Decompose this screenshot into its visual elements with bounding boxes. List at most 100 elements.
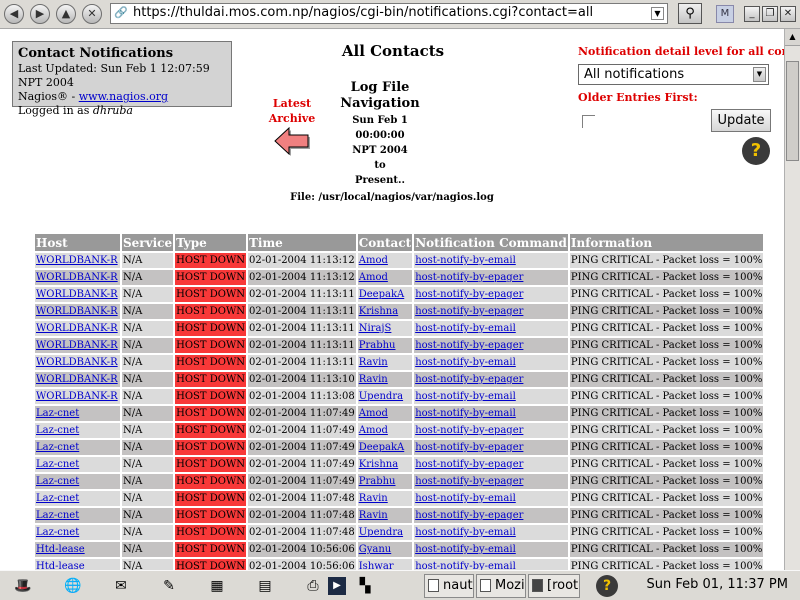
vertical-scrollbar[interactable]: ▲ (784, 29, 800, 570)
browser-logo-icon[interactable]: M (716, 5, 734, 23)
task-nautilus[interactable]: nautil (424, 574, 474, 598)
spreadsheet-icon[interactable]: ▤ (254, 575, 276, 597)
url-dropdown-button[interactable]: ▼ (651, 7, 664, 20)
command-link[interactable]: host-notify-by-epager (415, 306, 523, 317)
printer-icon[interactable]: ⎙ (302, 575, 324, 597)
close-button[interactable]: ✕ (780, 6, 796, 22)
contact-link[interactable]: Amod (359, 272, 388, 283)
contact-link[interactable]: Amod (359, 255, 388, 266)
host-link[interactable]: Htd-lease (36, 561, 85, 570)
contact-link[interactable]: NirajS (359, 323, 392, 334)
contact-link[interactable]: Ravin (359, 493, 388, 504)
url-text[interactable]: https://thuldai.mos.com.np/nagios/cgi-bi… (133, 5, 593, 20)
latest-archive-link[interactable]: Latest Archive (268, 96, 316, 126)
task-terminal[interactable]: [root@ (528, 574, 580, 598)
contact-link[interactable]: Amod (359, 408, 388, 419)
contact-link[interactable]: Ravin (359, 374, 388, 385)
host-link[interactable]: Laz-cnet (36, 510, 79, 521)
host-link[interactable]: Laz-cnet (36, 476, 79, 487)
nagios-link[interactable]: www.nagios.org (79, 90, 168, 103)
host-link[interactable]: WORLDBANK-R (36, 374, 118, 385)
host-link[interactable]: WORLDBANK-R (36, 306, 118, 317)
command-link[interactable]: host-notify-by-epager (415, 476, 523, 487)
host-link[interactable]: Laz-cnet (36, 442, 79, 453)
contact-link[interactable]: DeepakA (359, 442, 405, 453)
contact-link[interactable]: DeepakA (359, 289, 405, 300)
command-link[interactable]: host-notify-by-epager (415, 272, 523, 283)
email-icon[interactable]: ✉ (110, 575, 132, 597)
maximize-button[interactable]: ❐ (762, 6, 778, 22)
host-link[interactable]: WORLDBANK-R (36, 391, 118, 402)
help-icon[interactable]: ? (742, 137, 770, 165)
contact-link[interactable]: Amod (359, 425, 388, 436)
chevron-down-icon[interactable]: ▼ (753, 67, 766, 82)
host-link[interactable]: WORLDBANK-R (36, 289, 118, 300)
contact-link[interactable]: Gyanu (359, 544, 391, 555)
command-link[interactable]: host-notify-by-email (415, 255, 516, 266)
contact-link[interactable]: Krishna (359, 459, 398, 470)
information-cell: PING CRITICAL - Packet loss = 100% (569, 321, 764, 336)
terminal-icon[interactable]: ▶ (328, 577, 346, 595)
host-link[interactable]: Laz-cnet (36, 459, 79, 470)
back-button[interactable]: ◀ (4, 4, 24, 24)
contact-link[interactable]: Ishwar (359, 561, 394, 570)
update-button[interactable]: Update (711, 109, 771, 132)
presentation-icon[interactable]: ▦ (206, 575, 228, 597)
notifications-table: Host Service Type Time Contact Notificat… (33, 232, 765, 570)
detail-level-select[interactable]: All notifications ▼ (578, 64, 769, 85)
scrollbar-thumb[interactable] (786, 61, 799, 161)
forward-button[interactable]: ▶ (30, 4, 50, 24)
command-cell: host-notify-by-epager (414, 474, 568, 489)
search-button[interactable]: ⚲ (678, 3, 702, 24)
time-cell: 02-01-2004 11:13:11 (247, 287, 356, 302)
writer-icon[interactable]: ✎ (158, 575, 180, 597)
task-mozilla[interactable]: Mozil (476, 574, 526, 598)
table-row: Laz-cnet N/A HOST DOWN 02-01-2004 11:07:49 K… (35, 457, 764, 472)
web-browser-icon[interactable]: 🌐 (62, 575, 84, 597)
command-link[interactable]: host-notify-by-epager (415, 289, 523, 300)
host-link[interactable]: Laz-cnet (36, 408, 79, 419)
command-link[interactable]: host-notify-by-epager (415, 442, 523, 453)
command-link[interactable]: host-notify-by-epager (415, 459, 523, 470)
command-link[interactable]: host-notify-by-email (415, 544, 516, 555)
contact-link[interactable]: Upendra (359, 391, 403, 402)
older-entries-checkbox[interactable] (582, 115, 595, 128)
type-cell: HOST DOWN (175, 542, 246, 557)
host-link[interactable]: WORLDBANK-R (36, 323, 118, 334)
command-link[interactable]: host-notify-by-epager (415, 425, 523, 436)
command-link[interactable]: host-notify-by-email (415, 493, 516, 504)
host-link[interactable]: Laz-cnet (36, 493, 79, 504)
contact-link[interactable]: Krishna (359, 306, 398, 317)
command-link[interactable]: host-notify-by-email (415, 357, 516, 368)
host-link[interactable]: Laz-cnet (36, 527, 79, 538)
contact-link[interactable]: Ravin (359, 510, 388, 521)
command-link[interactable]: host-notify-by-epager (415, 510, 523, 521)
up-button[interactable]: ▲ (56, 4, 76, 24)
help-icon[interactable]: ? (596, 575, 618, 597)
host-link[interactable]: WORLDBANK-R (36, 255, 118, 266)
host-cell: WORLDBANK-R (35, 287, 120, 302)
minimize-button[interactable]: _ (744, 6, 760, 22)
contact-link[interactable]: Prabhu (359, 340, 396, 351)
command-link[interactable]: host-notify-by-email (415, 527, 516, 538)
host-link[interactable]: WORLDBANK-R (36, 340, 118, 351)
stop-button[interactable]: ✕ (82, 4, 102, 24)
contact-link[interactable]: Prabhu (359, 476, 396, 487)
command-link[interactable]: host-notify-by-epager (415, 374, 523, 385)
left-arrow-icon[interactable] (273, 127, 313, 157)
command-link[interactable]: host-notify-by-email (415, 391, 516, 402)
workspace-switcher-icon[interactable]: ▚ (352, 575, 378, 597)
host-link[interactable]: Htd-lease (36, 544, 85, 555)
url-bar[interactable]: 🔗 https://thuldai.mos.com.np/nagios/cgi-… (110, 3, 668, 24)
host-link[interactable]: Laz-cnet (36, 425, 79, 436)
host-link[interactable]: WORLDBANK-R (36, 272, 118, 283)
command-link[interactable]: host-notify-by-email (415, 561, 516, 570)
command-link[interactable]: host-notify-by-email (415, 408, 516, 419)
scroll-up-button[interactable]: ▲ (785, 29, 800, 46)
command-link[interactable]: host-notify-by-email (415, 323, 516, 334)
redhat-menu-icon[interactable]: 🎩 (12, 575, 34, 597)
contact-link[interactable]: Upendra (359, 527, 403, 538)
command-link[interactable]: host-notify-by-epager (415, 340, 523, 351)
contact-link[interactable]: Ravin (359, 357, 388, 368)
host-link[interactable]: WORLDBANK-R (36, 357, 118, 368)
